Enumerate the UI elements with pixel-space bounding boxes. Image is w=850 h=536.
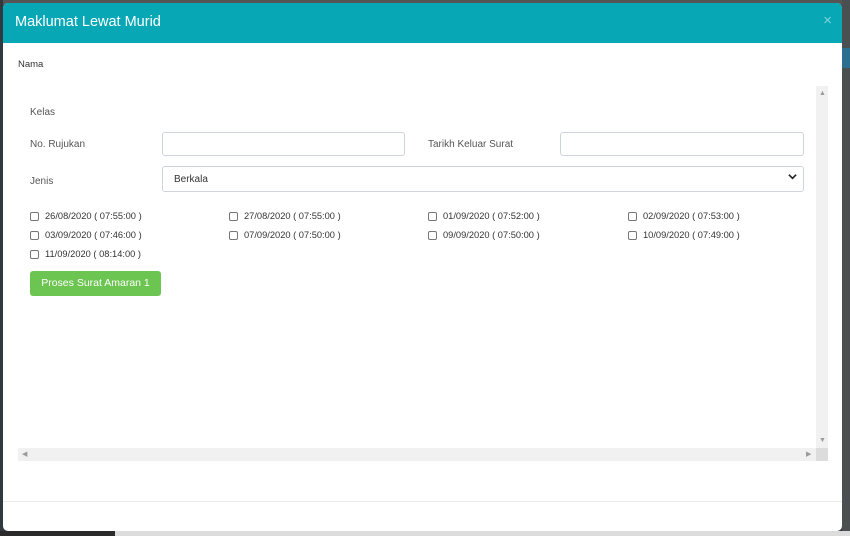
proses-surat-amaran-button[interactable]: Proses Surat Amaran 1 (30, 271, 161, 296)
no-rujukan-label: No. Rujukan (30, 139, 86, 150)
date-checkbox-label: 09/09/2020 ( 07:50:00 ) (443, 230, 540, 240)
horizontal-scrollbar[interactable]: ◀ ▶ (18, 448, 816, 461)
scroll-container[interactable]: Kelas No. Rujukan Tarikh Keluar Surat Je… (18, 86, 828, 461)
backdrop-right-accent (842, 48, 850, 68)
backdrop-right-strip (842, 0, 850, 536)
scroll-up-arrow[interactable]: ▲ (819, 90, 826, 97)
checkbox[interactable] (428, 212, 437, 221)
date-checkbox-label: 03/09/2020 ( 07:46:00 ) (45, 230, 142, 240)
checkbox[interactable] (628, 212, 637, 221)
scroll-left-arrow[interactable]: ◀ (22, 451, 27, 458)
vertical-scrollbar[interactable]: ▲ ▼ (816, 86, 828, 448)
checkbox[interactable] (428, 231, 437, 240)
modal-header: Maklumat Lewat Murid × (3, 3, 842, 43)
nama-label: Nama (18, 59, 44, 70)
checkbox[interactable] (30, 231, 39, 240)
date-checkbox-label: 02/09/2020 ( 07:53:00 ) (643, 211, 740, 221)
tarikh-keluar-surat-input[interactable] (560, 132, 804, 156)
checkbox[interactable] (229, 231, 238, 240)
jenis-label: Jenis (30, 176, 54, 187)
scrollbar-corner (816, 448, 828, 461)
checkbox[interactable] (30, 250, 39, 259)
chevron-down-icon (788, 172, 797, 184)
checkbox[interactable] (30, 212, 39, 221)
tarikh-keluar-surat-label: Tarikh Keluar Surat (428, 139, 514, 150)
date-checkbox-label: 07/09/2020 ( 07:50:00 ) (244, 230, 341, 240)
scroll-right-arrow[interactable]: ▶ (806, 451, 811, 458)
modal-footer-divider (3, 501, 842, 502)
date-checkbox-label: 27/08/2020 ( 07:55:00 ) (244, 211, 341, 221)
close-icon[interactable]: × (823, 12, 832, 29)
date-checkbox-label: 26/08/2020 ( 07:55:00 ) (45, 211, 142, 221)
checkbox[interactable] (229, 212, 238, 221)
jenis-select-value: Berkala (174, 174, 208, 185)
checkbox[interactable] (628, 231, 637, 240)
jenis-select[interactable]: Berkala (162, 166, 804, 192)
scroll-down-arrow[interactable]: ▼ (819, 437, 826, 444)
no-rujukan-input[interactable] (162, 132, 405, 156)
kelas-label: Kelas (30, 107, 56, 118)
backdrop-bottom-light (115, 531, 850, 536)
late-student-modal: Maklumat Lewat Murid × Nama Kelas No. Ru… (3, 3, 842, 531)
date-checkbox-label: 11/09/2020 ( 08:14:00 ) (45, 249, 141, 259)
date-checkbox-label: 10/09/2020 ( 07:49:00 ) (643, 230, 740, 240)
modal-title: Maklumat Lewat Murid (15, 14, 161, 30)
date-checkbox-label: 01/09/2020 ( 07:52:00 ) (443, 211, 540, 221)
